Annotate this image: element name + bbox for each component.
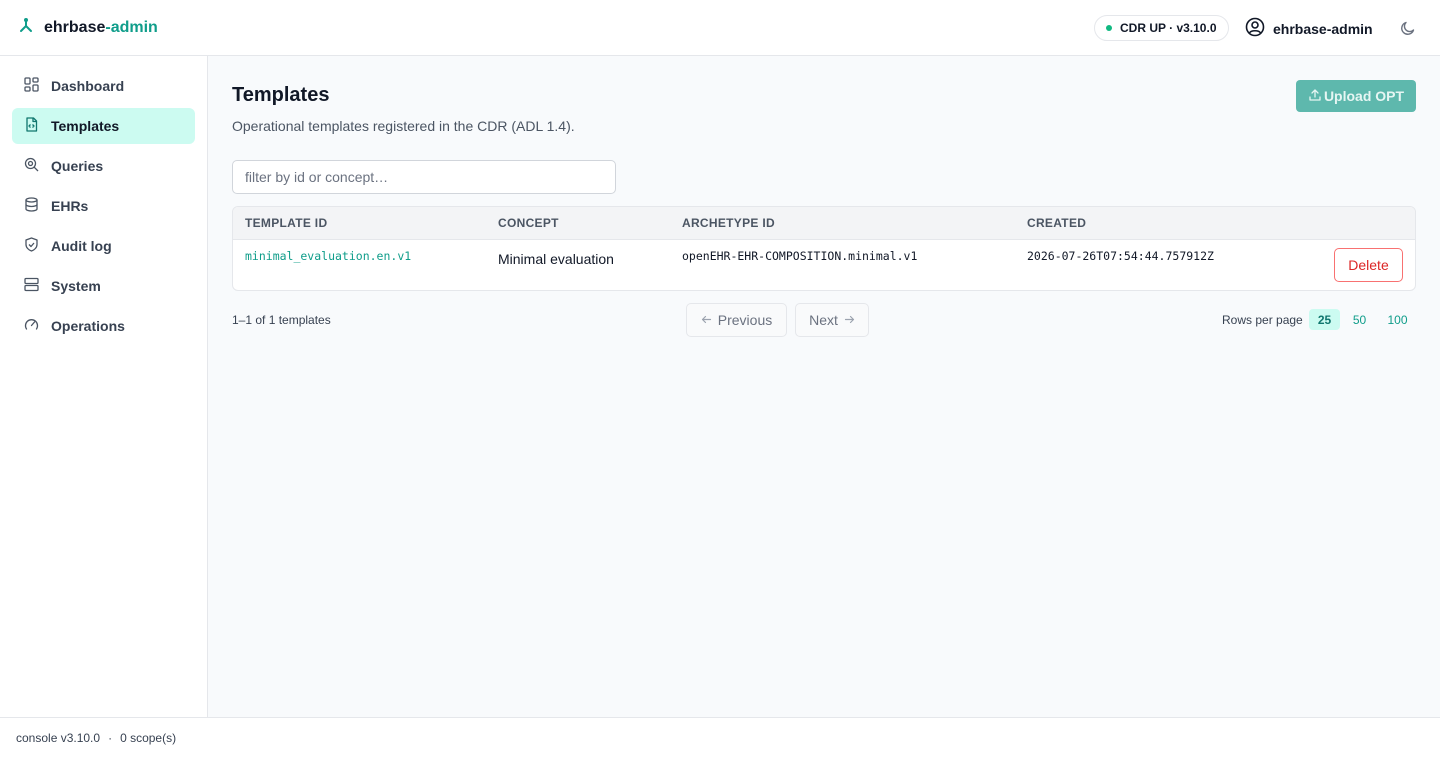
scopes-count: 0 scope(s)	[120, 730, 177, 745]
table-row: minimal_evaluation.en.v1 Minimal evaluat…	[233, 240, 1415, 290]
sidebar: Dashboard Templates Queries EHRs Audit l…	[0, 56, 208, 717]
cdr-status-badge: CDR UP · v3.10.0	[1094, 15, 1229, 41]
main-content: Templates Operational templates register…	[208, 56, 1440, 717]
database-icon	[24, 197, 39, 215]
brand-name: ehrbase-admin	[44, 19, 158, 37]
results-count: 1–1 of 1 templates	[232, 313, 331, 327]
next-button[interactable]: Next	[795, 303, 869, 337]
footer: console v3.10.0 · 0 scope(s)	[0, 717, 1440, 757]
console-version: console v3.10.0	[16, 730, 101, 745]
git-fork-icon	[18, 18, 34, 37]
rows-per-page-option-100[interactable]: 100	[1380, 309, 1415, 330]
column-header-concept: CONCEPT	[498, 216, 559, 230]
sidebar-item-label: EHRs	[51, 198, 89, 214]
dashboard-icon	[24, 77, 39, 95]
sidebar-item-label: Audit log	[51, 238, 112, 254]
sidebar-item-label: System	[51, 278, 101, 294]
gauge-icon	[24, 317, 39, 335]
archetype-id-cell: openEHR-EHR-COMPOSITION.minimal.v1	[682, 249, 918, 263]
sidebar-item-queries[interactable]: Queries	[12, 148, 195, 184]
sidebar-item-system[interactable]: System	[12, 268, 195, 304]
sidebar-item-templates[interactable]: Templates	[12, 108, 195, 144]
brand[interactable]: ehrbase-admin	[18, 18, 158, 37]
moon-icon	[1399, 21, 1417, 40]
status-dot	[1106, 25, 1112, 31]
user-menu[interactable]: ehrbase-admin	[1245, 17, 1373, 40]
upload-opt-label: Upload OPT	[1323, 88, 1405, 104]
sidebar-item-audit-log[interactable]: Audit log	[12, 228, 195, 264]
column-header-archetype-id: ARCHETYPE ID	[682, 216, 775, 230]
templates-table: TEMPLATE ID CONCEPT ARCHETYPE ID CREATED…	[232, 206, 1416, 291]
column-header-template-id: TEMPLATE ID	[245, 216, 328, 230]
page-subtitle: Operational templates registered in the …	[232, 118, 575, 134]
template-id-link[interactable]: minimal_evaluation.en.v1	[245, 249, 411, 263]
theme-toggle-button[interactable]	[1399, 19, 1417, 37]
sidebar-item-ehrs[interactable]: EHRs	[12, 188, 195, 224]
rows-per-page-label: Rows per page	[1222, 313, 1303, 327]
previous-button[interactable]: Previous	[686, 303, 787, 337]
rows-per-page-option-25[interactable]: 25	[1309, 309, 1340, 330]
shield-check-icon	[24, 237, 39, 255]
sidebar-item-label: Queries	[51, 158, 104, 174]
search-icon	[24, 157, 39, 175]
user-circle-icon	[1245, 17, 1265, 40]
server-icon	[24, 277, 39, 295]
rows-per-page-option-50[interactable]: 50	[1345, 309, 1374, 330]
brand-name-accent: -admin	[105, 18, 158, 36]
created-cell: 2026-07-26T07:54:44.757912Z	[1027, 249, 1214, 263]
user-name: ehrbase-admin	[1273, 20, 1373, 37]
brand-name-prefix: ehrbase	[44, 18, 106, 36]
sidebar-item-operations[interactable]: Operations	[12, 308, 195, 344]
sidebar-item-label: Dashboard	[51, 78, 125, 94]
delete-button[interactable]: Delete	[1334, 248, 1403, 282]
concept-cell: Minimal evaluation	[498, 251, 614, 267]
column-header-created: CREATED	[1027, 216, 1087, 230]
sidebar-item-label: Templates	[51, 118, 120, 134]
top-bar: ehrbase-admin CDR UP · v3.10.0 ehrbase-a…	[0, 0, 1440, 56]
upload-icon	[1308, 88, 1322, 105]
next-label: Next	[809, 312, 838, 328]
filter-input[interactable]	[232, 160, 616, 194]
footer-separator: ·	[108, 730, 113, 745]
file-code-icon	[24, 117, 39, 135]
cdr-status-text: CDR UP · v3.10.0	[1120, 21, 1217, 35]
page-title: Templates	[232, 84, 330, 106]
arrow-right-icon	[844, 312, 855, 328]
table-header: TEMPLATE ID CONCEPT ARCHETYPE ID CREATED	[233, 207, 1415, 240]
previous-label: Previous	[717, 312, 773, 328]
arrow-left-icon	[701, 312, 712, 328]
upload-opt-button[interactable]: Upload OPT	[1296, 80, 1416, 112]
sidebar-item-dashboard[interactable]: Dashboard	[12, 68, 195, 104]
sidebar-item-label: Operations	[51, 318, 125, 334]
